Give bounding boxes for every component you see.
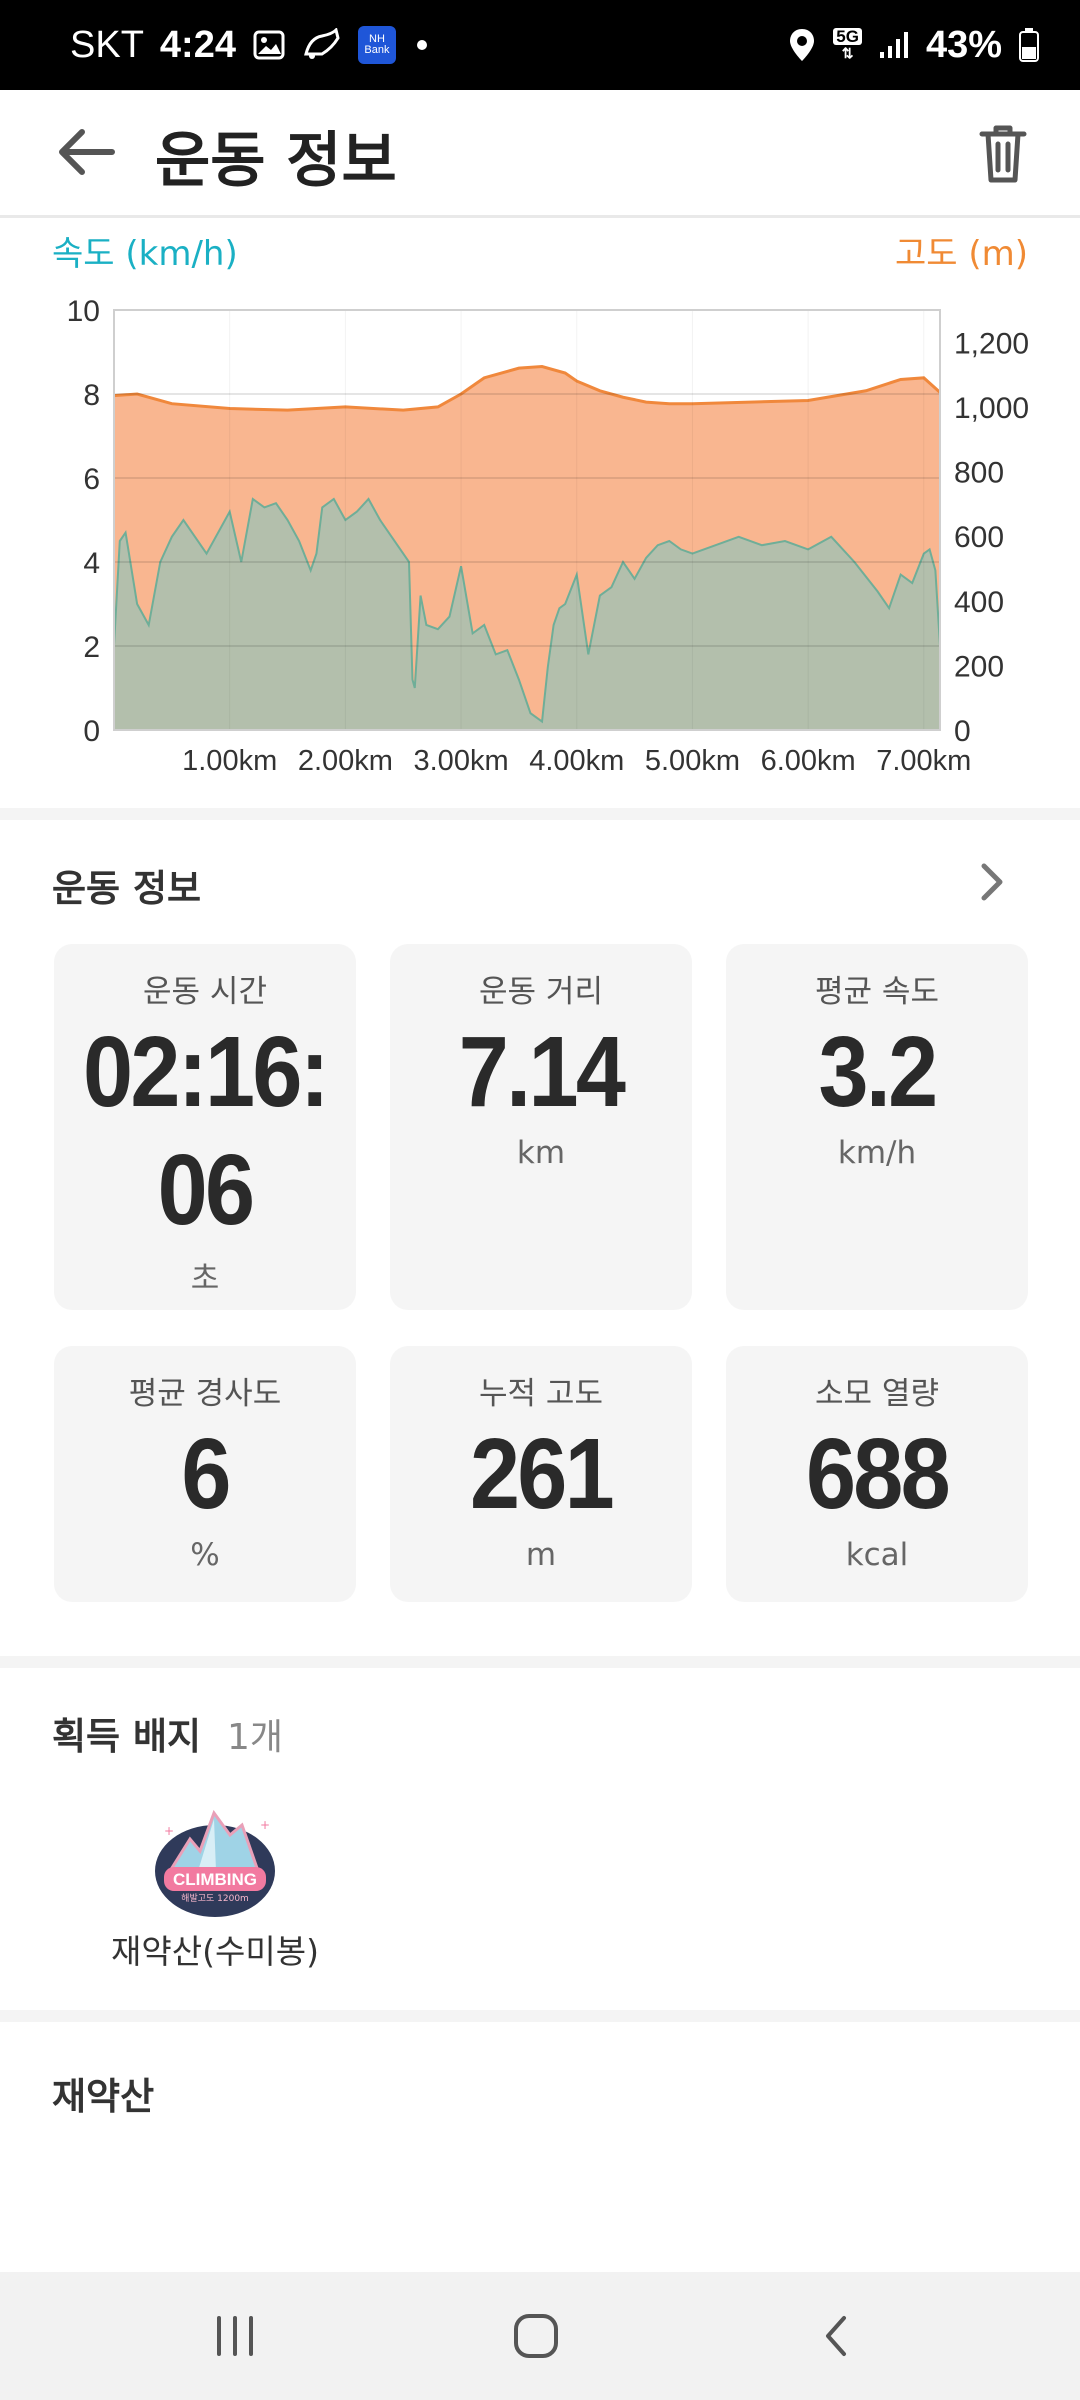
signal-icon — [878, 30, 910, 60]
distance-tick-label: 6.00km — [761, 745, 856, 777]
section-divider — [0, 1656, 1080, 1668]
stat-card-avg-speed: 평균 속도 3.2 km/h — [726, 944, 1028, 1310]
stat-unit: km/h — [837, 1135, 917, 1171]
stat-value: 3.2 — [818, 1016, 938, 1128]
recent-apps-icon — [217, 2316, 253, 2356]
battery-icon — [1018, 27, 1040, 63]
altitude-tick-label: 1,000 — [954, 392, 1029, 425]
system-nav-bar — [0, 2272, 1080, 2400]
back-arrow-icon — [59, 129, 115, 175]
chevron-right-icon — [981, 863, 1003, 901]
nh-bank-icon: NH Bank — [357, 26, 396, 64]
altitude-tick-label: 400 — [954, 586, 1004, 619]
speed-tick-label: 10 — [67, 295, 100, 328]
distance-tick-label: 3.00km — [414, 745, 509, 777]
stat-card-distance: 운동 거리 7.14 km — [390, 944, 692, 1310]
5g-icon: 5G ⇅ — [833, 28, 862, 62]
distance-tick-label: 1.00km — [182, 745, 277, 777]
altitude-tick-label: 200 — [954, 650, 1004, 683]
distance-tick-label: 5.00km — [645, 745, 740, 777]
home-icon — [514, 2314, 558, 2358]
distance-tick-label: 4.00km — [529, 745, 624, 777]
home-button[interactable] — [506, 2306, 566, 2366]
stat-unit: km — [516, 1135, 566, 1171]
shoe-icon — [302, 28, 342, 62]
clock: 4:24 — [159, 23, 236, 66]
back-button[interactable] — [52, 120, 124, 184]
speed-tick-label: 4 — [83, 547, 100, 580]
dot-icon — [412, 35, 432, 55]
stat-unit: % — [190, 1537, 220, 1573]
trash-icon — [979, 125, 1027, 183]
stat-unit: kcal — [845, 1537, 909, 1573]
svg-text:+: + — [260, 1818, 270, 1832]
nav-back-button[interactable] — [808, 2306, 868, 2366]
back-icon — [826, 2316, 846, 2356]
stat-value: 6 — [181, 1418, 231, 1530]
nh-sub-label: Bank — [364, 44, 390, 56]
stat-label: 소모 열량 — [815, 1376, 939, 1412]
exercise-detail-button[interactable] — [972, 858, 1012, 906]
speed-tick-label: 2 — [83, 631, 100, 664]
app-header: 운동 정보 — [0, 90, 1080, 218]
distance-tick-label: 7.00km — [876, 745, 971, 777]
stat-label: 운동 시간 — [143, 974, 267, 1010]
chart-section: 속도 (km/h) 고도 (m) 0 2 4 6 8 10 0 200 400 600 800 1,0… — [0, 220, 1080, 790]
battery-percent: 43% — [925, 23, 1002, 66]
speed-tick-label: 0 — [83, 715, 100, 748]
mountain-title: 재약산 — [52, 2075, 155, 2118]
badge-text: CLIMBING — [173, 1870, 257, 1889]
carrier-label: SKT — [70, 23, 144, 66]
speed-tick-label: 8 — [83, 379, 100, 412]
delete-button[interactable] — [968, 118, 1038, 188]
speed-altitude-chart[interactable]: 0 2 4 6 8 10 0 200 400 600 800 1,000 1,200 1.00km 2.00… — [0, 220, 1080, 790]
stat-value: 261 — [469, 1418, 615, 1530]
badges-section-title: 획득 배지 — [52, 1715, 202, 1758]
altitude-tick-label: 800 — [954, 457, 1004, 490]
exercise-section-title: 운동 정보 — [52, 867, 202, 910]
stat-label: 운동 거리 — [479, 974, 603, 1010]
distance-tick-label: 2.00km — [298, 745, 393, 777]
status-bar: SKT 4:24 NH Bank 5G ⇅ 43% — [0, 0, 1080, 90]
recent-apps-button[interactable] — [205, 2306, 265, 2366]
section-divider — [0, 2010, 1080, 2022]
stat-unit: 초 — [190, 1261, 220, 1297]
altitude-tick-label: 1,200 — [954, 327, 1029, 360]
stat-card-time: 운동 시간 02:16:06 초 — [54, 944, 356, 1310]
badge-count: 1개 — [227, 1717, 284, 1758]
climbing-badge-icon[interactable]: CLIMBING 해발고도 1200m + + — [150, 1795, 280, 1925]
speed-tick-label: 6 — [83, 463, 100, 496]
location-icon — [787, 27, 817, 63]
gallery-icon — [252, 28, 286, 62]
stat-value: 7.14 — [458, 1016, 626, 1128]
page-title: 운동 정보 — [155, 126, 397, 196]
stat-value: 688 — [805, 1418, 951, 1530]
badge-name: 재약산(수미봉) — [111, 1932, 319, 1971]
stat-card-calories: 소모 열량 688 kcal — [726, 1346, 1028, 1602]
svg-text:+: + — [164, 1824, 174, 1838]
stat-unit: m — [525, 1537, 557, 1573]
network-label: 5G — [833, 28, 862, 45]
stat-label: 누적 고도 — [479, 1376, 603, 1412]
stat-label: 평균 속도 — [815, 974, 939, 1010]
altitude-tick-label: 0 — [954, 715, 971, 748]
stat-value: 02:16:06 — [83, 1016, 330, 1246]
stat-card-slope: 평균 경사도 6 % — [54, 1346, 356, 1602]
badge-subtext: 해발고도 1200m — [181, 1893, 249, 1904]
altitude-tick-label: 600 — [954, 521, 1004, 554]
section-divider — [0, 808, 1080, 820]
stat-label: 평균 경사도 — [128, 1376, 282, 1412]
stat-card-elevation-gain: 누적 고도 261 m — [390, 1346, 692, 1602]
